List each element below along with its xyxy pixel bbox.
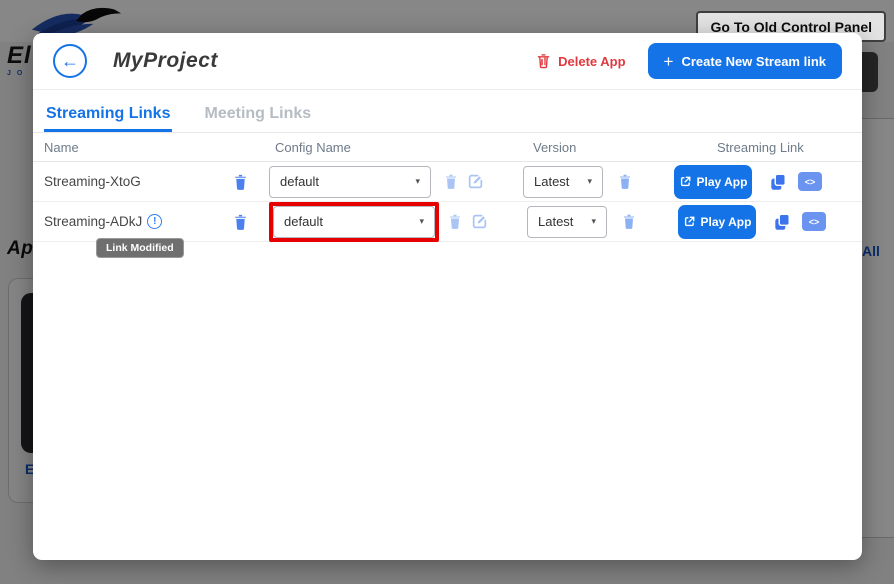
column-header-version: Version — [533, 140, 576, 155]
config-name-value: default — [284, 214, 323, 229]
chevron-down-icon: ▾ — [415, 176, 420, 187]
delete-version-button[interactable] — [617, 173, 633, 190]
column-header-config-name: Config Name — [275, 140, 351, 155]
create-new-stream-link-button[interactable]: + Create New Stream link — [648, 43, 842, 79]
trash-icon — [443, 173, 459, 190]
play-app-label: Play App — [701, 215, 752, 229]
config-name-select[interactable]: default ▾ — [273, 206, 435, 238]
trash-outline-icon — [536, 53, 551, 69]
copy-icon — [768, 172, 788, 192]
delete-version-button[interactable] — [621, 213, 637, 230]
edit-config-button-disabled[interactable] — [471, 213, 488, 230]
version-value: Latest — [538, 214, 573, 229]
tab-streaming-links[interactable]: Streaming Links — [44, 95, 172, 132]
config-name-select[interactable]: default ▾ — [269, 166, 431, 198]
play-app-label: Play App — [697, 175, 748, 189]
stream-name-text: Streaming-ADkJ — [44, 214, 142, 229]
column-header-streaming-link: Streaming Link — [717, 140, 804, 155]
external-link-icon — [683, 215, 696, 228]
trash-icon — [617, 173, 633, 190]
play-app-button[interactable]: Play App — [678, 205, 756, 239]
embed-code-button[interactable]: <> — [802, 212, 826, 231]
version-select[interactable]: Latest ▾ — [527, 206, 607, 238]
trash-icon — [232, 173, 249, 191]
copy-link-button[interactable] — [768, 172, 788, 192]
config-name-value: default — [280, 174, 319, 189]
delete-stream-button[interactable] — [232, 213, 249, 231]
project-modal: ← MyProject Delete App + Create New Stre… — [33, 33, 862, 560]
plus-icon: + — [664, 53, 674, 70]
tab-bar: Streaming Links Meeting Links — [33, 91, 862, 133]
table-header-row: Name Config Name Version Streaming Link — [33, 133, 862, 162]
trash-icon — [621, 213, 637, 230]
edit-config-button-disabled[interactable] — [467, 173, 484, 190]
copy-link-button[interactable] — [772, 212, 792, 232]
embed-code-button[interactable]: <> — [798, 172, 822, 191]
code-icon: <> — [805, 177, 816, 187]
delete-app-button[interactable]: Delete App — [536, 53, 625, 69]
version-select[interactable]: Latest ▾ — [523, 166, 603, 198]
code-icon: <> — [809, 217, 820, 227]
edit-icon — [467, 173, 484, 190]
stream-name: Streaming-XtoG — [44, 174, 232, 189]
external-link-icon — [679, 175, 692, 188]
version-value: Latest — [534, 174, 569, 189]
tab-meeting-links[interactable]: Meeting Links — [202, 95, 313, 132]
chevron-down-icon: ▾ — [419, 216, 424, 227]
link-modified-tooltip: Link Modified — [96, 238, 184, 258]
create-new-stream-link-label: Create New Stream link — [681, 54, 826, 69]
copy-icon — [772, 212, 792, 232]
edit-icon — [471, 213, 488, 230]
trash-icon — [232, 213, 249, 231]
delete-config-button-disabled[interactable] — [447, 213, 463, 230]
delete-app-label: Delete App — [558, 54, 625, 69]
back-button[interactable]: ← — [53, 44, 87, 78]
trash-icon — [447, 213, 463, 230]
chevron-down-icon: ▾ — [591, 216, 596, 227]
link-modified-warning-icon[interactable]: ! — [147, 214, 162, 229]
back-arrow-icon: ← — [61, 51, 79, 72]
table-row: Streaming-XtoG default ▾ Latest ▾ — [33, 162, 862, 202]
highlight-box: default ▾ — [269, 202, 439, 242]
chevron-down-icon: ▾ — [587, 176, 592, 187]
play-app-button[interactable]: Play App — [674, 165, 752, 199]
stream-name: Streaming-ADkJ ! — [44, 214, 232, 229]
modal-header-actions: Delete App + Create New Stream link — [536, 43, 842, 79]
delete-stream-button[interactable] — [232, 173, 249, 191]
column-header-name: Name — [44, 140, 79, 155]
table-row: Streaming-ADkJ ! default ▾ — [33, 202, 862, 242]
delete-config-button-disabled[interactable] — [443, 173, 459, 190]
page-title: MyProject — [113, 49, 218, 73]
modal-header: ← MyProject Delete App + Create New Stre… — [33, 33, 862, 90]
